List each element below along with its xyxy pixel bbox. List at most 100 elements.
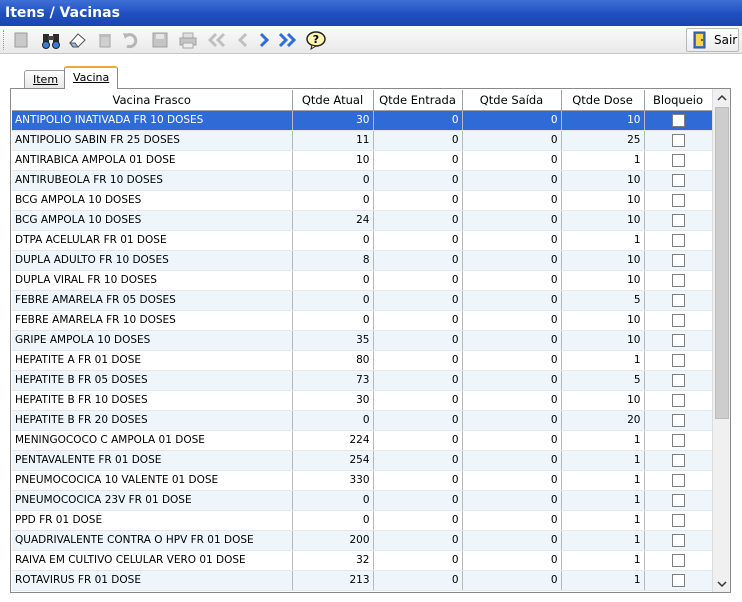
cell-qtde-atual[interactable]: 10: [292, 150, 374, 171]
clear-button[interactable]: [66, 29, 88, 51]
cell-vacina-frasco[interactable]: PPD FR 01 DOSE: [12, 510, 293, 531]
cell-qtde-dose[interactable]: 1: [561, 530, 645, 551]
cell-qtde-entrada[interactable]: 0: [373, 570, 463, 591]
table-row[interactable]: QUADRIVALENTE CONTRA O HPV FR 01 DOSE 200…: [12, 530, 713, 551]
cell-vacina-frasco[interactable]: DUPLA ADULTO FR 10 DOSES: [12, 250, 293, 271]
cell-vacina-frasco[interactable]: ANTIRUBEOLA FR 10 DOSES: [12, 170, 293, 191]
cell-qtde-atual[interactable]: 330: [292, 470, 374, 491]
cell-qtde-entrada[interactable]: 0: [373, 390, 463, 411]
table-row[interactable]: ANTIPOLIO SABIN FR 25 DOSES 11 0 0 25: [12, 130, 713, 151]
cell-qtde-saida[interactable]: 0: [462, 370, 562, 391]
cell-qtde-saida[interactable]: 0: [462, 270, 562, 291]
cell-qtde-dose[interactable]: 1: [561, 430, 645, 451]
table-row[interactable]: PNEUMOCOCICA 23V FR 01 DOSE 0 0 0 1: [12, 490, 713, 511]
save-button[interactable]: [149, 29, 171, 51]
cell-qtde-atual[interactable]: 32: [292, 550, 374, 571]
cell-qtde-saida[interactable]: 0: [462, 290, 562, 311]
bloqueio-checkbox[interactable]: [671, 193, 685, 207]
scroll-down-button[interactable]: [713, 575, 730, 592]
bloqueio-checkbox[interactable]: [671, 573, 685, 587]
bloqueio-checkbox[interactable]: [671, 513, 685, 527]
table-row[interactable]: PNEUMOCOCICA 10 VALENTE 01 DOSE 330 0 0 1: [12, 470, 713, 491]
cell-qtde-entrada[interactable]: 0: [373, 410, 463, 431]
cell-qtde-atual[interactable]: 224: [292, 430, 374, 451]
cell-qtde-atual[interactable]: 0: [292, 310, 374, 331]
cell-qtde-atual[interactable]: 0: [292, 190, 374, 211]
table-row[interactable]: GRIPE AMPOLA 10 DOSES 35 0 0 10: [12, 330, 713, 351]
cell-qtde-saida[interactable]: 0: [462, 210, 562, 231]
bloqueio-checkbox[interactable]: [671, 473, 685, 487]
cell-qtde-saida[interactable]: 0: [462, 330, 562, 351]
cell-qtde-atual[interactable]: 0: [292, 490, 374, 511]
cell-qtde-saida[interactable]: 0: [462, 170, 562, 191]
cell-qtde-atual[interactable]: 8: [292, 250, 374, 271]
cell-vacina-frasco[interactable]: GRIPE AMPOLA 10 DOSES: [12, 330, 293, 351]
cell-qtde-saida[interactable]: 0: [462, 150, 562, 171]
cell-qtde-dose[interactable]: 1: [561, 230, 645, 251]
table-row[interactable]: DTPA ACELULAR FR 01 DOSE 0 0 0 1: [12, 230, 713, 251]
column-header-bloqueio[interactable]: Bloqueio: [644, 90, 713, 111]
bloqueio-checkbox[interactable]: [671, 153, 685, 167]
cell-qtde-saida[interactable]: 0: [462, 390, 562, 411]
bloqueio-checkbox[interactable]: [671, 133, 685, 147]
cell-qtde-saida[interactable]: 0: [462, 490, 562, 511]
scroll-up-button[interactable]: [713, 89, 730, 106]
cell-qtde-atual[interactable]: 30: [292, 110, 374, 131]
column-header-qtde-atual[interactable]: Qtde Atual: [292, 90, 374, 111]
tab-vacina[interactable]: Vacina: [64, 66, 119, 89]
bloqueio-checkbox[interactable]: [671, 253, 685, 267]
cell-qtde-atual[interactable]: 0: [292, 410, 374, 431]
cell-qtde-dose[interactable]: 20: [561, 410, 645, 431]
column-header-vacina-frasco[interactable]: Vacina Frasco: [12, 90, 293, 111]
table-row[interactable]: DUPLA ADULTO FR 10 DOSES 8 0 0 10: [12, 250, 713, 271]
last-record-button[interactable]: [276, 29, 298, 51]
cell-qtde-atual[interactable]: 0: [292, 230, 374, 251]
cell-qtde-dose[interactable]: 5: [561, 370, 645, 391]
cell-qtde-dose[interactable]: 10: [561, 330, 645, 351]
bloqueio-checkbox[interactable]: [671, 273, 685, 287]
cell-vacina-frasco[interactable]: DUPLA VIRAL FR 10 DOSES: [12, 270, 293, 291]
cell-qtde-saida[interactable]: 0: [462, 110, 562, 131]
bloqueio-checkbox[interactable]: [671, 213, 685, 227]
cell-qtde-saida[interactable]: 0: [462, 450, 562, 471]
new-record-button[interactable]: [10, 29, 32, 51]
cell-qtde-entrada[interactable]: 0: [373, 230, 463, 251]
next-record-button[interactable]: [253, 29, 275, 51]
cell-qtde-dose[interactable]: 1: [561, 470, 645, 491]
cell-qtde-entrada[interactable]: 0: [373, 350, 463, 371]
cell-vacina-frasco[interactable]: ROTAVIRUS FR 01 DOSE: [12, 570, 293, 591]
cell-vacina-frasco[interactable]: HEPATITE B FR 20 DOSES: [12, 410, 293, 431]
cell-qtde-saida[interactable]: 0: [462, 550, 562, 571]
cell-qtde-dose[interactable]: 10: [561, 270, 645, 291]
cell-qtde-atual[interactable]: 254: [292, 450, 374, 471]
table-row[interactable]: PENTAVALENTE FR 01 DOSE 254 0 0 1: [12, 450, 713, 471]
bloqueio-checkbox[interactable]: [671, 353, 685, 367]
cell-qtde-dose[interactable]: 1: [561, 350, 645, 371]
cell-qtde-entrada[interactable]: 0: [373, 370, 463, 391]
table-row[interactable]: FEBRE AMARELA FR 10 DOSES 0 0 0 10: [12, 310, 713, 331]
cell-qtde-entrada[interactable]: 0: [373, 330, 463, 351]
cell-qtde-saida[interactable]: 0: [462, 130, 562, 151]
cell-qtde-entrada[interactable]: 0: [373, 430, 463, 451]
cell-qtde-saida[interactable]: 0: [462, 570, 562, 591]
exit-button[interactable]: Sair: [686, 28, 739, 52]
cell-qtde-dose[interactable]: 10: [561, 250, 645, 271]
cell-vacina-frasco[interactable]: ANTIRABICA AMPOLA 01 DOSE: [12, 150, 293, 171]
cell-vacina-frasco[interactable]: RAIVA EM CULTIVO CELULAR VERO 01 DOSE: [12, 550, 293, 571]
cell-qtde-saida[interactable]: 0: [462, 470, 562, 491]
column-header-qtde-saida[interactable]: Qtde Saída: [462, 90, 562, 111]
bloqueio-checkbox[interactable]: [671, 393, 685, 407]
search-button[interactable]: [40, 29, 62, 51]
cell-qtde-entrada[interactable]: 0: [373, 450, 463, 471]
cell-vacina-frasco[interactable]: BCG AMPOLA 10 DOSES: [12, 190, 293, 211]
cell-qtde-dose[interactable]: 1: [561, 570, 645, 591]
table-row[interactable]: ANTIRABICA AMPOLA 01 DOSE 10 0 0 1: [12, 150, 713, 171]
cell-vacina-frasco[interactable]: MENINGOCOCO C AMPOLA 01 DOSE: [12, 430, 293, 451]
cell-qtde-entrada[interactable]: 0: [373, 190, 463, 211]
cell-qtde-entrada[interactable]: 0: [373, 270, 463, 291]
cell-vacina-frasco[interactable]: DTPA ACELULAR FR 01 DOSE: [12, 230, 293, 251]
cell-qtde-dose[interactable]: 1: [561, 150, 645, 171]
cell-qtde-saida[interactable]: 0: [462, 310, 562, 331]
table-row[interactable]: BCG AMPOLA 10 DOSES 24 0 0 10: [12, 210, 713, 231]
cell-qtde-atual[interactable]: 24: [292, 210, 374, 231]
